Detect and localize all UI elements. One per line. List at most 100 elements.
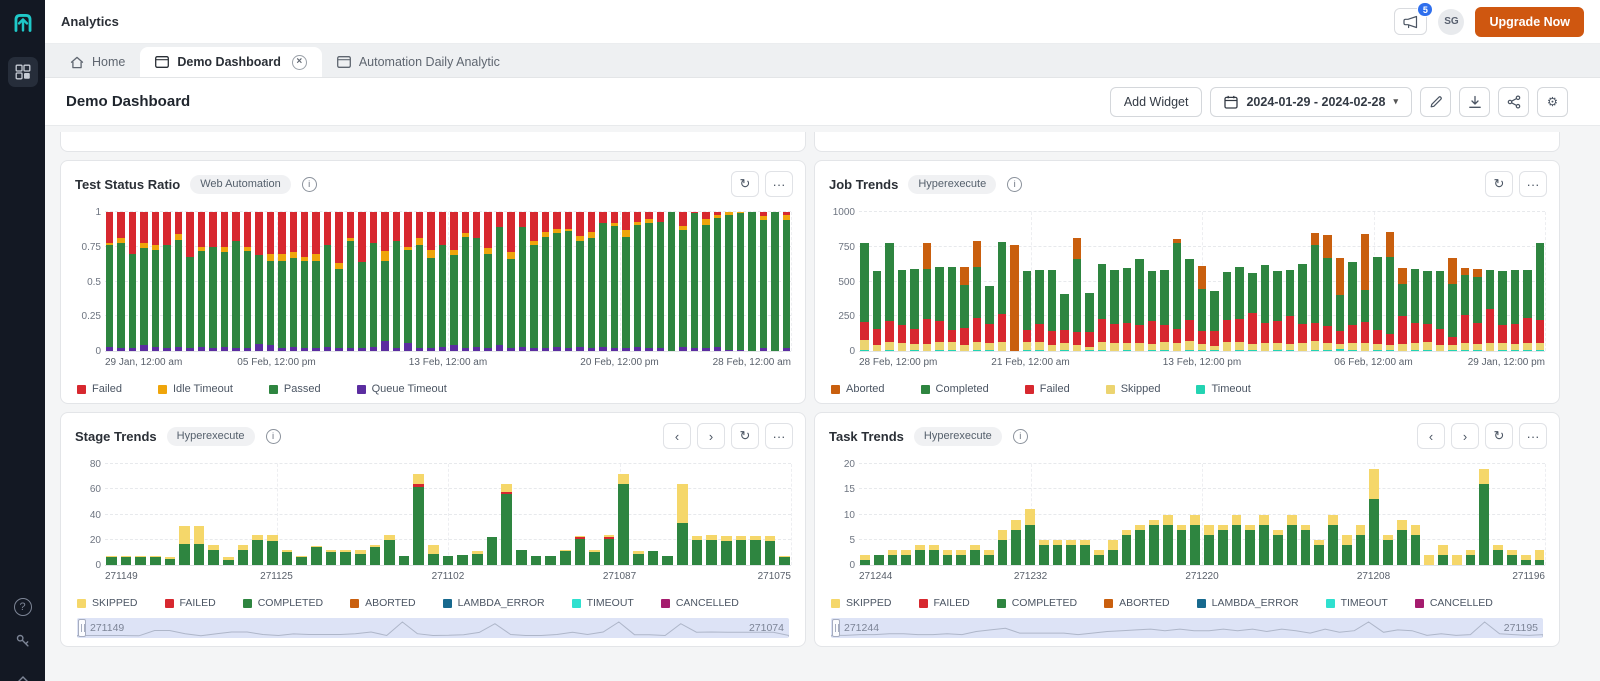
- bar[interactable]: [1479, 464, 1490, 565]
- bar[interactable]: [1323, 212, 1332, 351]
- brush-handle-left[interactable]: [78, 619, 86, 637]
- prev-page-button[interactable]: ‹: [1417, 423, 1445, 449]
- bar[interactable]: [1448, 212, 1457, 351]
- legend-item[interactable]: FAILED: [918, 597, 970, 609]
- bar[interactable]: [956, 464, 967, 565]
- bar[interactable]: [1204, 464, 1214, 565]
- bar[interactable]: [779, 464, 791, 565]
- bar[interactable]: [720, 464, 732, 565]
- bar[interactable]: [1272, 464, 1283, 565]
- bar[interactable]: [706, 464, 717, 565]
- brush-handle-left[interactable]: [832, 619, 840, 637]
- refresh-button[interactable]: ↻: [731, 171, 759, 197]
- bar[interactable]: [942, 464, 953, 565]
- bar[interactable]: [243, 212, 252, 351]
- legend-item[interactable]: Skipped: [1105, 383, 1160, 395]
- bar[interactable]: [135, 464, 146, 565]
- bar[interactable]: [300, 212, 309, 351]
- bar[interactable]: [209, 212, 217, 351]
- chart-brush[interactable]: 271244 271195: [831, 618, 1543, 638]
- bar[interactable]: [1176, 464, 1187, 565]
- bar[interactable]: [369, 464, 381, 565]
- bar[interactable]: [117, 212, 125, 351]
- bar[interactable]: [415, 212, 424, 351]
- legend-item[interactable]: Queue Timeout: [356, 383, 447, 395]
- bar[interactable]: [656, 212, 664, 351]
- bar[interactable]: [1110, 212, 1119, 351]
- bar[interactable]: [633, 212, 642, 351]
- bar[interactable]: [457, 464, 469, 565]
- bar[interactable]: [1369, 464, 1380, 565]
- more-options-button[interactable]: ···: [765, 171, 793, 197]
- legend-item[interactable]: LAMBDA_ERROR: [442, 597, 545, 609]
- bar[interactable]: [1498, 212, 1507, 351]
- bar[interactable]: [346, 212, 355, 351]
- bar[interactable]: [645, 212, 653, 351]
- bar[interactable]: [325, 464, 337, 565]
- bar[interactable]: [736, 212, 745, 351]
- bar[interactable]: [1066, 464, 1077, 565]
- bar[interactable]: [223, 464, 234, 565]
- bar[interactable]: [1135, 212, 1144, 351]
- bar[interactable]: [922, 212, 932, 351]
- bar[interactable]: [1185, 212, 1194, 351]
- bar[interactable]: [484, 212, 492, 351]
- bar[interactable]: [771, 212, 779, 351]
- bar[interactable]: [667, 212, 676, 351]
- bar[interactable]: [1360, 212, 1370, 351]
- legend-item[interactable]: Failed: [1024, 383, 1070, 395]
- bar[interactable]: [507, 212, 515, 351]
- bar[interactable]: [1047, 212, 1057, 351]
- bar[interactable]: [208, 464, 220, 565]
- bar[interactable]: [983, 464, 994, 565]
- bar[interactable]: [1231, 464, 1242, 565]
- bar[interactable]: [576, 212, 584, 351]
- bar[interactable]: [725, 212, 733, 351]
- bar[interactable]: [530, 464, 542, 565]
- bar[interactable]: [1534, 464, 1545, 565]
- tab-demo-dashboard[interactable]: Demo Dashboard ×: [140, 47, 322, 77]
- bar[interactable]: [193, 464, 205, 565]
- bar[interactable]: [1121, 464, 1132, 565]
- bar[interactable]: [1162, 464, 1173, 565]
- info-icon[interactable]: i: [1012, 428, 1028, 444]
- bar[interactable]: [197, 212, 206, 351]
- bar[interactable]: [179, 464, 190, 565]
- bar[interactable]: [428, 464, 439, 565]
- chart-plot[interactable]: 0 250 500 750 1000: [833, 207, 1546, 357]
- refresh-button[interactable]: ↻: [1485, 423, 1513, 449]
- bar[interactable]: [679, 212, 687, 351]
- bar[interactable]: [985, 212, 994, 351]
- bar[interactable]: [713, 212, 722, 351]
- legend-item[interactable]: Passed: [268, 383, 321, 395]
- bar[interactable]: [1373, 212, 1382, 351]
- bar[interactable]: [1097, 212, 1107, 351]
- bar[interactable]: [603, 464, 615, 565]
- bar[interactable]: [310, 464, 322, 565]
- bar[interactable]: [970, 464, 980, 565]
- bar[interactable]: [296, 464, 307, 565]
- bar[interactable]: [358, 212, 366, 351]
- legend-item[interactable]: TIMEOUT: [1325, 597, 1388, 609]
- close-icon[interactable]: ×: [291, 54, 307, 70]
- bar[interactable]: [1396, 464, 1407, 565]
- bar[interactable]: [354, 464, 366, 565]
- legend-item[interactable]: Failed: [77, 383, 122, 395]
- bar[interactable]: [278, 212, 286, 351]
- bar[interactable]: [553, 212, 561, 351]
- bar[interactable]: [398, 464, 410, 565]
- bar[interactable]: [1286, 464, 1297, 565]
- bar[interactable]: [589, 464, 600, 565]
- bar[interactable]: [647, 464, 659, 565]
- bar[interactable]: [1451, 464, 1462, 565]
- bar[interactable]: [518, 212, 527, 351]
- bar[interactable]: [1314, 464, 1325, 565]
- legend-item[interactable]: ABORTED: [1104, 597, 1170, 609]
- bar[interactable]: [599, 212, 607, 351]
- avatar[interactable]: SG: [1438, 8, 1465, 35]
- prev-page-button[interactable]: ‹: [663, 423, 691, 449]
- more-options-button[interactable]: ···: [765, 423, 793, 449]
- bar[interactable]: [1011, 464, 1022, 565]
- bar[interactable]: [163, 212, 171, 351]
- info-icon[interactable]: i: [1007, 176, 1023, 192]
